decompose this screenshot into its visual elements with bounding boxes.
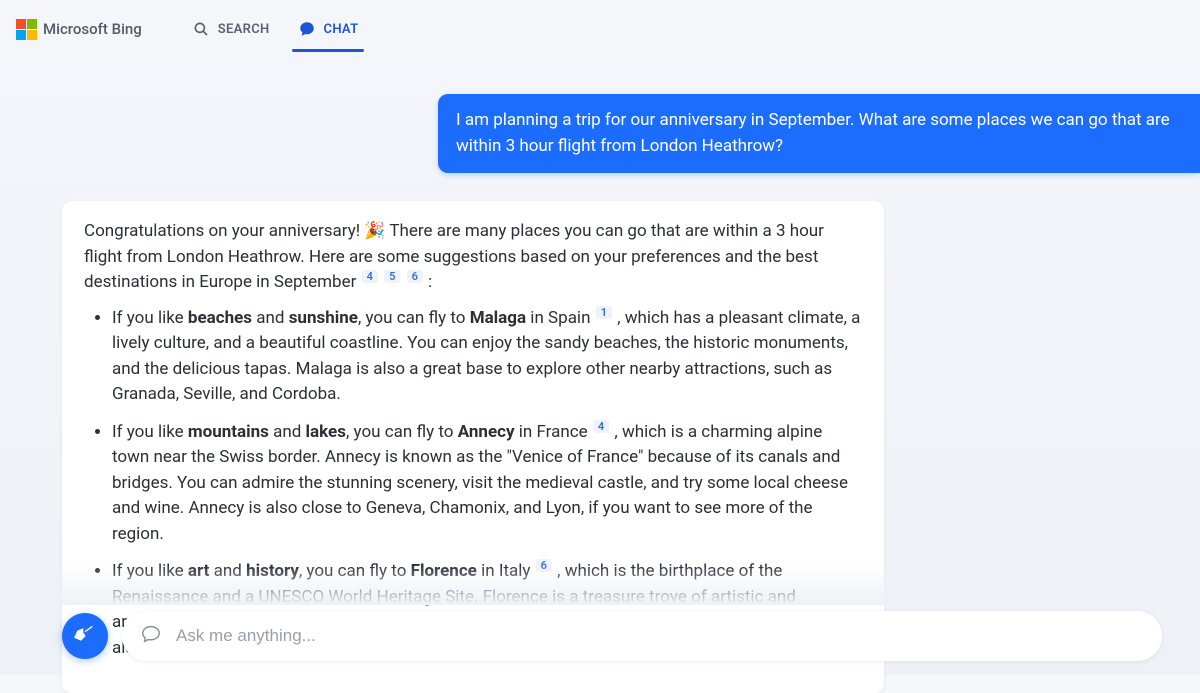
tab-chat-label: CHAT: [324, 22, 359, 37]
microsoft-logo-icon: [16, 19, 37, 40]
citation-badge[interactable]: 5: [384, 270, 400, 283]
user-message: I am planning a trip for our anniversary…: [438, 94, 1200, 173]
tab-search-label: SEARCH: [218, 22, 270, 37]
chat-input[interactable]: [176, 626, 1144, 646]
chat-input-container[interactable]: [122, 611, 1162, 661]
tab-search[interactable]: SEARCH: [192, 12, 270, 46]
chat-icon: [298, 20, 316, 38]
suggestion-list: If you like beaches and sunshine, you ca…: [84, 306, 862, 662]
citation-badge[interactable]: 1: [596, 306, 612, 319]
assistant-intro: Congratulations on your anniversary! 🎉 T…: [84, 219, 862, 296]
brand-text: Microsoft Bing: [43, 20, 142, 38]
header: Microsoft Bing SEARCH CHAT: [0, 0, 1200, 54]
broom-icon: [74, 623, 96, 649]
intro-text: Congratulations on your anniversary! 🎉 T…: [84, 221, 824, 292]
citation-badge[interactable]: 6: [536, 559, 552, 572]
input-row: [62, 611, 1162, 661]
search-icon: [192, 20, 210, 38]
citation-badge[interactable]: 4: [593, 420, 609, 433]
new-topic-button[interactable]: [62, 613, 108, 659]
chat-bubble-icon: [140, 623, 162, 649]
intro-suffix: :: [428, 272, 432, 292]
list-item: If you like beaches and sunshine, you ca…: [112, 306, 862, 408]
tab-chat[interactable]: CHAT: [298, 12, 359, 46]
citation-badge[interactable]: 6: [407, 270, 423, 283]
header-tabs: SEARCH CHAT: [192, 12, 359, 46]
citation-badge[interactable]: 4: [362, 270, 378, 283]
list-item: If you like mountains and lakes, you can…: [112, 420, 862, 548]
chat-area: I am planning a trip for our anniversary…: [0, 54, 1200, 693]
brand-logo[interactable]: Microsoft Bing: [16, 19, 142, 40]
